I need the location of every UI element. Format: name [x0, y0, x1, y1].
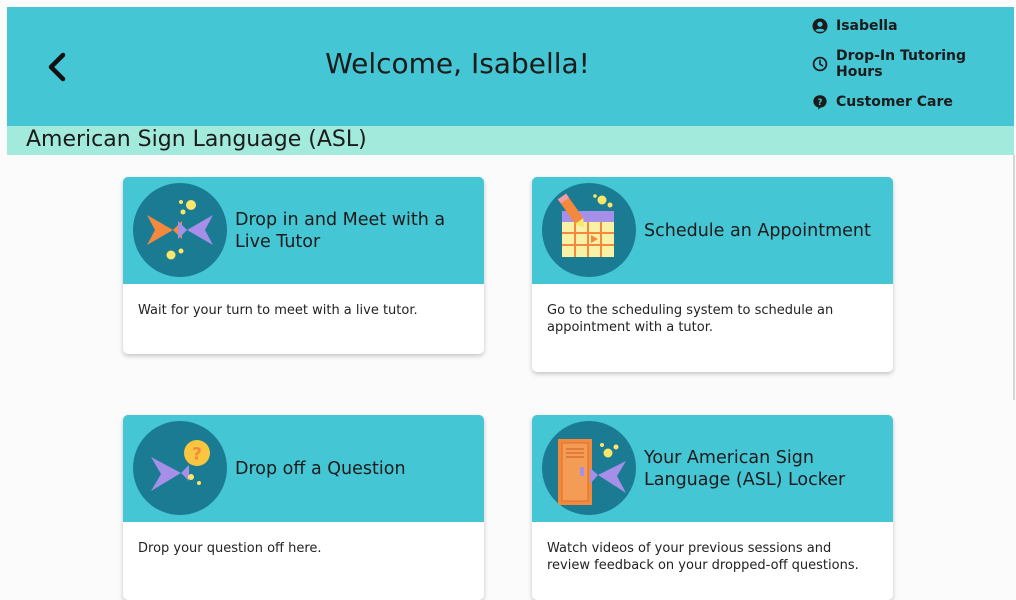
clock-icon: [812, 56, 828, 72]
user-menu: Isabella Drop-In Tutoring Hours ? Custom…: [812, 7, 1012, 121]
menu-item-profile-label: Isabella: [836, 18, 898, 34]
card-description: Go to the scheduling system to schedule …: [547, 303, 834, 335]
card-description: Drop your question off here.: [138, 541, 322, 556]
card-description: Watch videos of your previous sessions a…: [547, 541, 859, 573]
svg-text:?: ?: [192, 445, 202, 465]
card-description: Wait for your turn to meet with a live t…: [138, 303, 418, 318]
menu-item-profile[interactable]: Isabella: [812, 7, 1012, 45]
card-header: Drop in and Meet with a Live Tutor: [123, 177, 484, 284]
card-header: Your American Sign Language (ASL) Locker: [532, 415, 893, 522]
fish-meeting-icon: [133, 183, 227, 277]
card-asl-locker[interactable]: Your American Sign Language (ASL) Locker…: [532, 415, 893, 600]
menu-item-tutoring-hours-label: Drop-In Tutoring Hours: [836, 48, 967, 80]
card-drop-in-tutor[interactable]: Drop in and Meet with a Live Tutor Wait …: [123, 177, 484, 354]
menu-item-customer-care-label: Customer Care: [836, 94, 953, 110]
svg-text:?: ?: [818, 98, 823, 108]
card-title: Drop off a Question: [235, 458, 406, 479]
help-bubble-icon: ?: [813, 95, 827, 110]
subject-title: American Sign Language (ASL): [26, 127, 367, 152]
back-button[interactable]: [37, 47, 77, 87]
menu-item-customer-care[interactable]: ? Customer Care: [812, 83, 1012, 121]
card-header: ? Drop off a Question: [123, 415, 484, 522]
chevron-left-icon: [48, 52, 66, 82]
calendar-icon: [542, 183, 636, 277]
card-title: Drop in and Meet with a Live Tutor: [235, 209, 446, 252]
card-title: Your American Sign Language (ASL) Locker: [644, 447, 846, 490]
fish-question-icon: ?: [133, 421, 227, 515]
scrollbar[interactable]: [1013, 155, 1015, 400]
card-title: Schedule an Appointment: [644, 220, 871, 241]
menu-item-tutoring-hours[interactable]: Drop-In Tutoring Hours: [812, 45, 1012, 83]
card-header: Schedule an Appointment: [532, 177, 893, 284]
locker-icon: [542, 421, 636, 515]
card-schedule-appointment[interactable]: Schedule an Appointment Go to the schedu…: [532, 177, 893, 372]
page-title-text: Welcome, Isabella!: [325, 47, 590, 80]
card-drop-off-question[interactable]: ? Drop off a Question Drop your question…: [123, 415, 484, 600]
subject-header: American Sign Language (ASL): [7, 126, 1014, 155]
user-circle-icon: [812, 18, 828, 34]
